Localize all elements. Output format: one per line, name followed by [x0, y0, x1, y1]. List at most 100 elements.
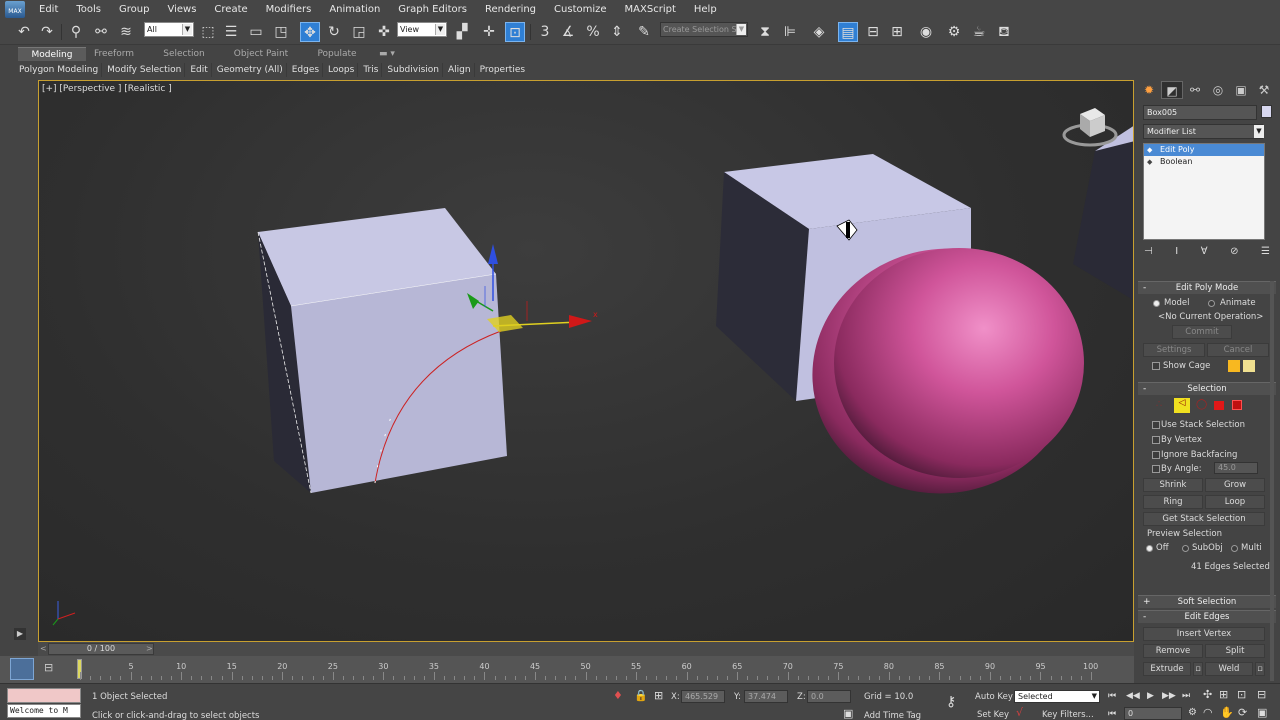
- auto-key-button[interactable]: Auto Key: [975, 692, 1013, 702]
- create-tab-icon[interactable]: ✹: [1138, 81, 1160, 99]
- cube-object-selected[interactable]: [257, 208, 507, 494]
- preview-off-radio[interactable]: [1146, 545, 1153, 552]
- object-color-swatch[interactable]: [1261, 105, 1272, 118]
- bind-spacewarp-icon[interactable]: ≋: [116, 22, 136, 42]
- rotate-icon[interactable]: ↻: [324, 22, 344, 42]
- move-icon[interactable]: ✥: [300, 22, 320, 42]
- app-logo-icon[interactable]: MAX: [0, 0, 30, 19]
- align-icon[interactable]: ⊫: [780, 22, 800, 42]
- time-slider-next-icon[interactable]: >: [146, 644, 153, 653]
- tab-populate[interactable]: Populate: [310, 47, 364, 61]
- model-radio[interactable]: [1153, 300, 1160, 307]
- curve-editor-icon[interactable]: ⊞: [887, 22, 907, 42]
- get-stack-selection-button[interactable]: Get Stack Selection: [1143, 512, 1265, 526]
- show-end-result-icon[interactable]: I: [1175, 246, 1178, 260]
- loop-button[interactable]: Loop: [1205, 495, 1265, 509]
- goto-start-icon[interactable]: ⏮: [1108, 690, 1116, 702]
- shrink-button[interactable]: Shrink: [1143, 478, 1203, 492]
- viewport-label[interactable]: [+] [Perspective ] [Realistic ]: [42, 84, 172, 94]
- command-panel-scrollbar[interactable]: [1270, 281, 1274, 681]
- element-level-icon[interactable]: [1232, 400, 1242, 410]
- keyboard-shortcut-override-icon[interactable]: ⊡: [505, 22, 525, 42]
- expand-viewport-icon[interactable]: ▶: [14, 628, 26, 640]
- menu-graph-editors[interactable]: Graph Editors: [389, 0, 476, 19]
- y-coord-field[interactable]: 37.474: [744, 690, 788, 703]
- rollout-selection[interactable]: - Selection: [1138, 382, 1276, 395]
- menu-modifiers[interactable]: Modifiers: [257, 0, 321, 19]
- by-vertex-checkbox[interactable]: [1152, 436, 1160, 444]
- zoom-all-icon[interactable]: ⊞: [1219, 689, 1228, 701]
- menu-maxscript[interactable]: MAXScript: [616, 0, 685, 19]
- use-stack-selection-checkbox[interactable]: [1152, 421, 1160, 429]
- absolute-mode-icon[interactable]: ⊞: [654, 690, 663, 702]
- vertex-level-icon[interactable]: ∴: [1156, 399, 1162, 410]
- ref-coord-dropdown[interactable]: View ▼: [397, 22, 447, 37]
- menu-rendering[interactable]: Rendering: [476, 0, 545, 19]
- key-mode-toggle-icon[interactable]: ⏮: [1108, 708, 1116, 720]
- menu-group[interactable]: Group: [110, 0, 158, 19]
- scale-icon[interactable]: ◲: [349, 22, 369, 42]
- menu-create[interactable]: Create: [205, 0, 256, 19]
- ribbon-loops[interactable]: Loops: [322, 62, 357, 77]
- percent-snap-icon[interactable]: %: [583, 22, 603, 42]
- edge-level-icon[interactable]: ◁: [1174, 398, 1190, 413]
- tab-modeling[interactable]: Modeling: [18, 47, 86, 61]
- menu-customize[interactable]: Customize: [545, 0, 616, 19]
- make-unique-icon[interactable]: ∀: [1201, 246, 1208, 260]
- stack-item-boolean[interactable]: ◆ Boolean: [1144, 156, 1264, 168]
- motion-tab-icon[interactable]: ◎: [1207, 81, 1229, 99]
- isolate-selection-icon[interactable]: ♦: [613, 690, 623, 702]
- stack-item-edit-poly[interactable]: ◆ Edit Poly: [1144, 144, 1264, 156]
- viewport-perspective[interactable]: x [+] [Perspective] [Realistic]: [38, 80, 1134, 642]
- rect-selection-icon[interactable]: ▭: [246, 22, 266, 42]
- place-icon[interactable]: ✜: [374, 22, 394, 42]
- time-slider-thumb[interactable]: 0 / 100: [48, 643, 154, 655]
- tab-freeform[interactable]: Freeform: [86, 47, 142, 61]
- unlink-icon[interactable]: ⚯: [91, 22, 111, 42]
- ignore-backfacing-checkbox[interactable]: [1152, 451, 1160, 459]
- ribbon-options-icon[interactable]: ▬ ▾: [376, 47, 398, 61]
- mini-curve-editor-icon[interactable]: [10, 658, 34, 680]
- maxscript-mini-listener[interactable]: Welcome to M: [7, 704, 81, 718]
- menu-edit[interactable]: Edit: [30, 0, 67, 19]
- render-icon[interactable]: ⛾: [994, 22, 1014, 42]
- redo-icon[interactable]: ↷: [37, 22, 57, 42]
- selection-filter-dropdown[interactable]: All ▼: [144, 22, 194, 37]
- preview-subobj-radio[interactable]: [1182, 545, 1189, 552]
- edit-named-sel-icon[interactable]: ✎: [634, 22, 654, 42]
- mirror-icon[interactable]: ⧗: [755, 22, 775, 42]
- scene-explorer-icon[interactable]: ▤: [838, 22, 858, 42]
- track-view-icon[interactable]: ⊟: [44, 661, 53, 674]
- current-frame-field[interactable]: 0: [1124, 707, 1182, 720]
- ribbon-align[interactable]: Align: [441, 62, 474, 77]
- configure-sets-icon[interactable]: ☰: [1261, 246, 1270, 260]
- commit-button[interactable]: Commit: [1172, 325, 1232, 339]
- set-key-button[interactable]: Set Key: [977, 710, 1009, 720]
- angle-snap-icon[interactable]: ∡: [558, 22, 578, 42]
- next-frame-icon[interactable]: ▶▶: [1162, 690, 1176, 702]
- animate-radio[interactable]: [1208, 300, 1215, 307]
- show-cage-checkbox[interactable]: [1152, 362, 1160, 370]
- by-angle-checkbox[interactable]: [1152, 465, 1160, 473]
- orbit-icon[interactable]: ⟳: [1238, 707, 1247, 719]
- ribbon-subdivision[interactable]: Subdivision: [381, 62, 442, 77]
- maximize-viewport-icon[interactable]: ▣: [1257, 707, 1267, 719]
- graphite-icon[interactable]: ⊟: [863, 22, 883, 42]
- undo-icon[interactable]: ↶: [14, 22, 34, 42]
- named-selection-dropdown[interactable]: Create Selection Se ▼: [660, 22, 748, 37]
- modifier-list-dropdown[interactable]: Modifier List: [1143, 124, 1263, 139]
- play-icon[interactable]: ▶: [1147, 690, 1154, 702]
- ribbon-edit[interactable]: Edit: [184, 62, 210, 77]
- object-name-field[interactable]: Box005: [1143, 105, 1257, 120]
- extrude-button[interactable]: Extrude: [1143, 662, 1191, 676]
- modify-tab-icon[interactable]: ◩: [1161, 81, 1183, 99]
- grow-button[interactable]: Grow: [1205, 478, 1265, 492]
- ribbon-edges[interactable]: Edges: [285, 62, 322, 77]
- time-slider[interactable]: < 0 / 100 >: [38, 642, 1134, 656]
- rollout-soft-selection[interactable]: + Soft Selection: [1138, 595, 1276, 608]
- zoom-extents-all-icon[interactable]: ⊟: [1257, 689, 1266, 701]
- split-button[interactable]: Split: [1205, 644, 1265, 658]
- ring-button[interactable]: Ring: [1143, 495, 1203, 509]
- tab-object-paint[interactable]: Object Paint: [226, 47, 296, 61]
- remove-button[interactable]: Remove: [1143, 644, 1203, 658]
